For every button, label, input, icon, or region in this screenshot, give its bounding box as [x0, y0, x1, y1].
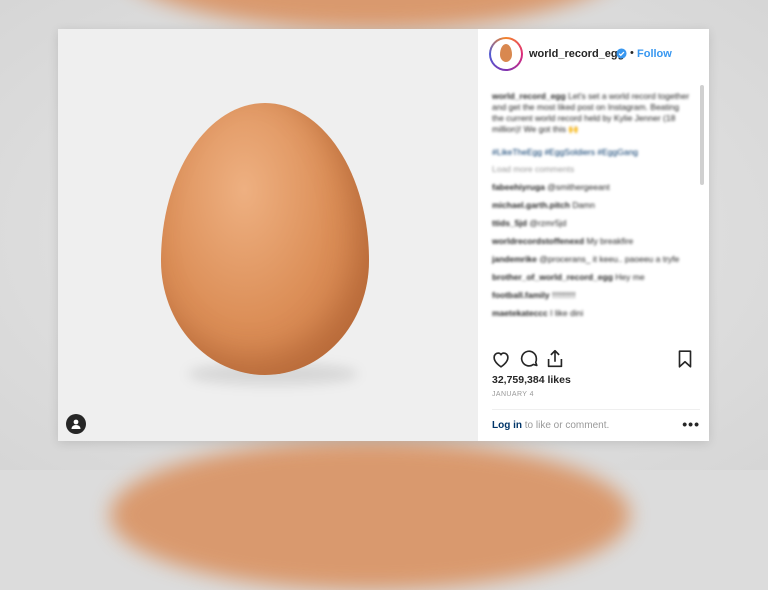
load-more-comments[interactable]: Load more comments: [492, 164, 692, 175]
login-prompt: Log in to like or comment.: [492, 420, 609, 431]
login-prompt-text: to like or comment.: [522, 420, 610, 431]
action-bar: [478, 348, 709, 370]
heart-icon[interactable]: [490, 348, 512, 370]
login-link[interactable]: Log in: [492, 420, 522, 431]
list-item: fabeehiyruga @smithergeeant: [492, 182, 610, 192]
list-item: michael.garth.pitch Damn: [492, 200, 595, 210]
avatar[interactable]: [489, 37, 523, 71]
follow-button[interactable]: Follow: [637, 48, 672, 60]
user-tag-icon[interactable]: [66, 414, 86, 434]
more-options-button[interactable]: •••: [682, 416, 700, 432]
comments-list[interactable]: world_record_egg Let's set a world recor…: [492, 91, 692, 346]
separator-dot: •: [630, 47, 634, 59]
post-photo[interactable]: [58, 29, 478, 441]
caption-user[interactable]: world_record_egg: [492, 91, 566, 101]
avatar-egg-icon: [500, 44, 512, 62]
blurred-egg-bottom: [110, 440, 630, 590]
list-item: worldrecordstoffenexd My breakfire: [492, 236, 634, 246]
list-item: football.family !!!!!!!!!!: [492, 290, 576, 300]
share-icon[interactable]: [544, 348, 566, 370]
list-item: maetekateccc I like dini: [492, 308, 584, 318]
post-date: JANUARY 4: [492, 391, 534, 398]
post-header: world_record_egg • Follow: [478, 29, 709, 81]
post-modal: world_record_egg • Follow world_record_e…: [58, 29, 709, 441]
hashtags[interactable]: #LikeTheEgg #EggSoldiers #EggGang: [492, 147, 692, 158]
bookmark-icon[interactable]: [674, 348, 696, 370]
like-count[interactable]: 32,759,384 likes: [492, 374, 571, 386]
caption: world_record_egg Let's set a world recor…: [492, 91, 692, 135]
list-item: jandemrike @procerans_ it keeu.. paoeeu …: [492, 254, 680, 264]
list-item: brother_of_world_record_egg Hey me: [492, 272, 645, 282]
list-item: ttids_5jd @rzmr5jd: [492, 218, 567, 228]
username[interactable]: world_record_egg: [529, 48, 624, 60]
verified-icon: [616, 48, 627, 59]
comment-icon[interactable]: [518, 348, 540, 370]
egg-image: [161, 103, 369, 375]
comments-scrollbar[interactable]: [700, 85, 704, 185]
post-sidebar: world_record_egg • Follow world_record_e…: [478, 29, 709, 441]
comment-footer: Log in to like or comment. •••: [492, 409, 700, 438]
